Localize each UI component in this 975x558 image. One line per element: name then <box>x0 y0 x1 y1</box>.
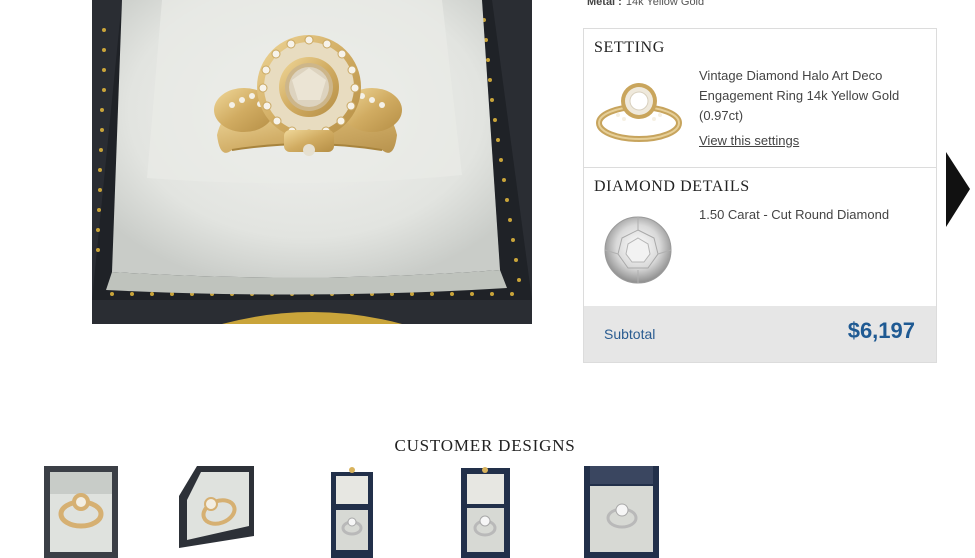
customer-design-thumbnail[interactable] <box>331 466 373 558</box>
next-arrow-icon[interactable] <box>946 152 970 227</box>
diamond-section: DIAMOND DETAILS 1.50 Carat - Cut Round D… <box>584 168 936 306</box>
setting-section-title: SETTING <box>594 39 665 56</box>
setting-section: SETTING Vintage Diamond Halo Art Deco En… <box>584 29 936 168</box>
order-summary-panel: SETTING Vintage Diamond Halo Art Deco En… <box>583 28 937 363</box>
diamond-thumbnail[interactable] <box>604 216 672 284</box>
main-product-image[interactable] <box>92 0 532 324</box>
setting-name: Vintage Diamond Halo Art Deco Engagement… <box>699 68 900 123</box>
customer-design-thumbnail[interactable] <box>44 466 118 558</box>
setting-thumbnail[interactable] <box>594 71 684 147</box>
diamond-section-title: DIAMOND DETAILS <box>594 178 750 195</box>
view-setting-link[interactable]: View this settings <box>699 133 799 148</box>
subtotal-bar: Subtotal $6,197 <box>584 306 936 362</box>
subtotal-price: $6,197 <box>847 318 915 343</box>
diamond-name: 1.50 Carat - Cut Round Diamond <box>699 207 890 222</box>
customer-design-thumbnail[interactable] <box>179 466 254 558</box>
customer-design-thumbnail[interactable] <box>461 466 510 558</box>
metal-value: 14k Yellow Gold <box>625 0 705 8</box>
customer-designs-title: CUSTOMER DESIGNS <box>394 436 576 455</box>
subtotal-label: Subtotal <box>604 326 656 342</box>
customer-design-thumbnail[interactable] <box>584 466 659 558</box>
metal-info: Metal :14k Yellow Gold <box>587 0 704 8</box>
metal-label: Metal : <box>587 0 622 8</box>
